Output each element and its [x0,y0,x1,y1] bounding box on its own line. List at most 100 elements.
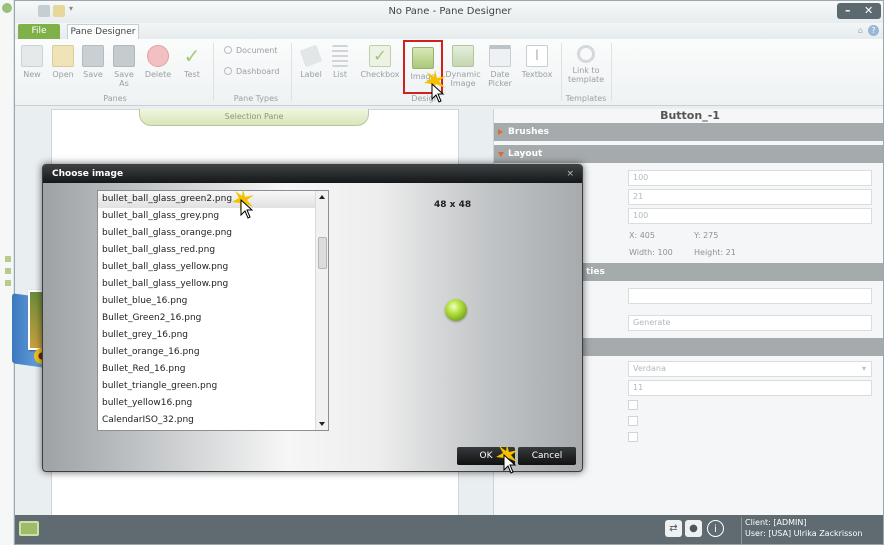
save-as-button-label: Save As [114,70,134,88]
screen-icon[interactable] [19,521,39,536]
app-icon [2,3,12,13]
dynamic-image-icon [452,45,474,67]
delete-button[interactable]: Delete [141,45,175,97]
width-input[interactable]: 100 [628,170,872,186]
font-size-input[interactable]: 11 [628,380,872,396]
status-divider [741,517,742,544]
section-brushes[interactable]: Brushes [494,123,883,141]
section-properties-label: ties [586,267,605,277]
radio-dashboard[interactable]: Dashboard [224,67,279,76]
scroll-up-arrow[interactable] [319,195,325,199]
delete-icon [147,45,169,67]
width-readout: Width: 100 [629,248,673,257]
bold-checkbox[interactable] [628,400,638,410]
save-button[interactable]: Save [80,45,106,97]
list-item[interactable]: bullet_ball_glass_orange.png [98,225,316,242]
date-picker-button[interactable]: Date Picker [485,45,515,97]
minimize-button[interactable]: – [845,4,851,17]
group-separator [611,43,612,101]
list-item[interactable]: bullet_ball_glass_yellow.png [98,259,316,276]
info-icon[interactable]: i [707,520,724,537]
generate-input[interactable]: Generate [628,315,872,331]
label-button[interactable]: Label [297,44,325,97]
tab-file[interactable]: File [18,24,60,39]
help-icon[interactable]: ? [868,25,879,36]
list-button[interactable]: List [329,45,351,97]
new-document-icon [21,45,43,67]
scroll-thumb[interactable] [318,237,327,269]
section-layout[interactable]: Layout [494,145,883,163]
new-button[interactable]: New [19,45,45,97]
font-family-select[interactable]: Verdana ▾ [628,361,872,377]
list-item[interactable]: bullet_orange_16.png [98,344,316,361]
list-item[interactable]: bullet_ball_glass_red.png [98,242,316,259]
underline-checkbox[interactable] [628,432,638,442]
delete-button-label: Delete [144,70,172,79]
ribbon-collapse-icon[interactable]: ⌂ [858,26,863,35]
list-item[interactable]: Bullet_Red_16.png [98,361,316,378]
radio-document[interactable]: Document [224,46,277,55]
open-folder-icon [52,45,74,67]
preview-size-label: 48 x 48 [434,200,472,210]
save-as-disk-icon [113,45,135,67]
date-picker-button-label: Date Picker [488,70,512,88]
list-item[interactable]: bullet_triangle_green.png [98,378,316,395]
close-button[interactable]: ✕ [864,4,873,17]
list-icon [332,45,348,67]
ribbon: New Open Save Save As Delete ✓ Test Pane… [15,39,883,106]
height-input[interactable]: 21 [628,189,872,205]
list-item[interactable]: bullet_blue_16.png [98,293,316,310]
list-item[interactable]: bullet_ball_glass_grey.png [98,208,316,225]
textbox-button[interactable]: I Textbox [519,45,555,97]
list-item[interactable]: bullet_ball_glass_yellow.png [98,276,316,293]
calendar-icon [489,45,511,67]
cursor-arrow-icon [503,454,517,474]
user-icon[interactable]: ● [685,520,702,537]
radio-dashboard-label: Dashboard [236,67,280,76]
radio-circle [224,46,232,54]
user-label: User: [USA] Ulrika Zackrisson [745,529,863,538]
list-item[interactable]: bullet_ball_glass_green2.png [98,191,316,208]
checkbox-button[interactable]: ✓ Checkbox [359,45,401,97]
link-to-template-button[interactable]: Link to template [565,45,607,97]
side-dot-icon [5,256,11,262]
cursor-arrow-icon [431,83,445,103]
scroll-down-arrow[interactable] [319,422,325,426]
list-item[interactable]: Bullet_Green2_16.png [98,310,316,327]
open-button[interactable]: Open [49,45,77,97]
name-input[interactable] [628,288,872,304]
refresh-icon[interactable]: ⇄ [665,520,682,537]
image-file-list[interactable]: bullet_ball_glass_green2.png bullet_ball… [97,190,329,431]
list-button-label: List [333,70,347,79]
list-item[interactable]: CalendarISO_32.png [98,412,316,429]
cursor-arrow-icon [240,199,254,219]
side-dot-icon [5,268,11,274]
y-position: Y: 275 [694,231,719,240]
tab-pane-designer[interactable]: Pane Designer [67,24,139,39]
save-button-label: Save [83,70,103,79]
label-tag-icon [299,44,323,68]
choose-image-dialog: Choose image × bullet_ball_glass_green2.… [42,164,583,472]
link-icon [577,45,595,63]
dialog-header: Choose image × [43,165,582,183]
test-button[interactable]: ✓ Test [179,45,205,97]
dynamic-image-button[interactable]: Dynamic Image [445,45,481,97]
textbox-button-label: Textbox [521,70,553,79]
list-scrollbar[interactable] [315,191,328,430]
side-dot-icon [5,280,11,286]
image-icon [412,47,434,69]
list-item[interactable]: bullet_yellow16.png [98,395,316,412]
checkmark-icon: ✓ [183,44,201,68]
save-as-button[interactable]: Save As [111,45,137,97]
dialog-close-button[interactable]: × [566,165,574,183]
cancel-button[interactable]: Cancel [518,447,576,465]
selection-pane-handle[interactable]: Selection Pane [139,109,369,126]
height-readout: Height: 21 [694,248,736,257]
dynamic-image-button-label: Dynamic Image [445,70,481,88]
italic-checkbox[interactable] [628,416,638,426]
list-item[interactable]: bullet_grey_16.png [98,327,316,344]
left-edge-strip [0,0,14,545]
checkbox-button-label: Checkbox [360,70,400,79]
size-input[interactable]: 100 [628,208,872,224]
templates-group-label: Templates [565,94,607,103]
